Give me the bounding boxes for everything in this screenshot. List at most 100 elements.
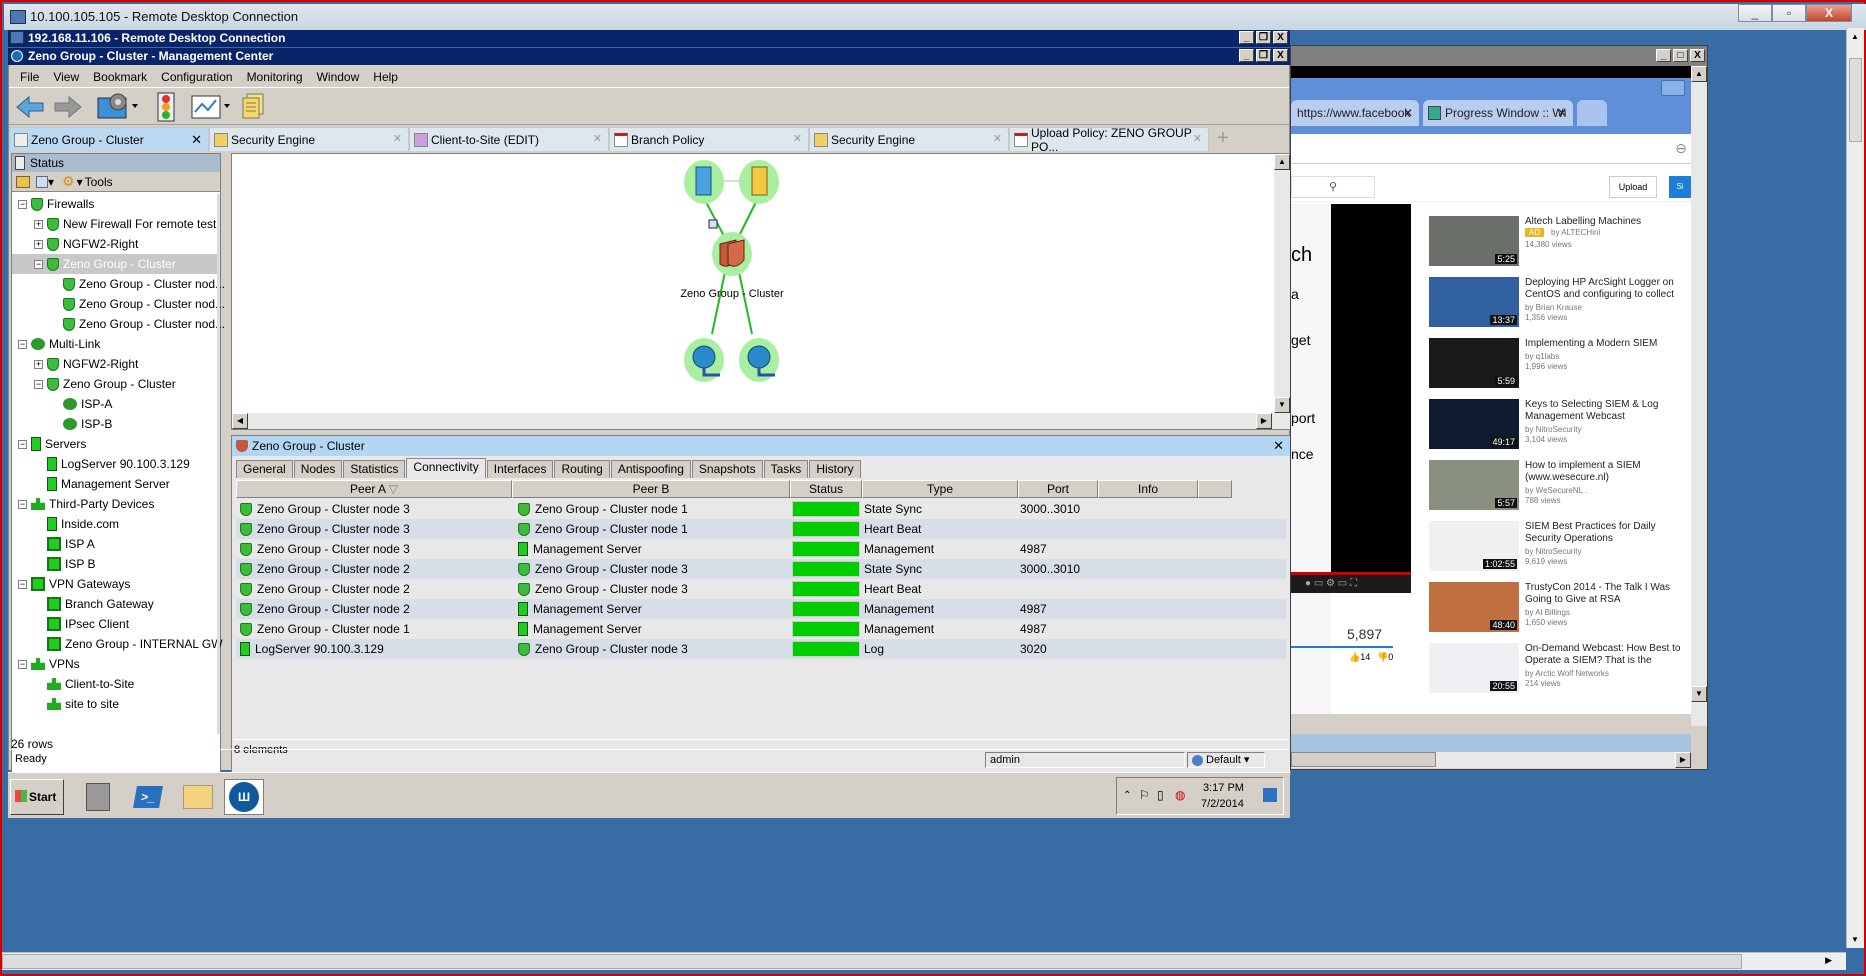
new-tab-button[interactable] bbox=[1577, 100, 1607, 126]
tree-item[interactable]: ISP-A bbox=[12, 394, 112, 414]
browser-horizontal-scrollbar[interactable]: ▶ bbox=[1291, 752, 1691, 768]
video-title[interactable]: Implementing a Modern SIEM bbox=[1525, 338, 1689, 350]
video-title[interactable]: Deploying HP ArcSight Logger on CentOS a… bbox=[1525, 277, 1689, 301]
menu-file[interactable]: File bbox=[13, 68, 46, 86]
video-thumbnail[interactable]: 1:02:55 bbox=[1429, 521, 1519, 571]
minimize-button[interactable]: _ bbox=[1656, 49, 1671, 62]
tree-item[interactable]: + New Firewall For remote test bbox=[12, 214, 216, 234]
tab-routing[interactable]: Routing bbox=[554, 460, 610, 478]
tree-item[interactable]: − Zeno Group - Cluster bbox=[12, 254, 217, 274]
video-title[interactable]: On-Demand Webcast: How Best to Operate a… bbox=[1525, 643, 1689, 667]
add-tab-button[interactable]: + bbox=[1217, 127, 1229, 151]
tab-tasks[interactable]: Tasks bbox=[763, 460, 809, 478]
log-server-node[interactable] bbox=[684, 160, 724, 204]
tree-item[interactable]: LogServer 90.100.3.129 bbox=[12, 454, 190, 474]
show-hidden-icons[interactable]: ⌃ bbox=[1123, 790, 1131, 801]
scroll-up-button[interactable]: ▲ bbox=[1691, 66, 1707, 82]
volume-muted-icon[interactable]: ◍ bbox=[1175, 788, 1185, 802]
close-button[interactable]: X bbox=[1273, 49, 1288, 62]
tab-client-to-site-edit[interactable]: Client-to-Site (EDIT) ✕ bbox=[409, 127, 609, 151]
management-server-node[interactable] bbox=[739, 160, 779, 204]
restore-button[interactable]: ❐ bbox=[1256, 31, 1271, 44]
video-player[interactable] bbox=[1331, 204, 1411, 574]
menu-monitoring[interactable]: Monitoring bbox=[240, 68, 310, 86]
scroll-down-button[interactable]: ▼ bbox=[1274, 397, 1290, 413]
table-row[interactable]: Zeno Group - Cluster node 3 Zeno Group - … bbox=[236, 499, 1286, 519]
video-thumbnail[interactable]: 5:57 bbox=[1429, 460, 1519, 510]
upload-button[interactable]: Upload bbox=[1609, 176, 1657, 198]
tab-zeno-group-cluster[interactable]: Zeno Group - Cluster ✕ bbox=[9, 127, 209, 151]
explorer-button[interactable] bbox=[178, 779, 218, 815]
diagram-vertical-scrollbar[interactable]: ▲ ▼ bbox=[1274, 154, 1290, 413]
related-video[interactable]: 5:59 Implementing a Modern SIEM by q1labs 1… bbox=[1429, 338, 1689, 398]
col-status[interactable]: Status bbox=[790, 480, 862, 498]
dislike-button[interactable]: 👎0 bbox=[1377, 652, 1393, 663]
expand-icon[interactable]: + bbox=[34, 239, 43, 249]
forward-button[interactable] bbox=[51, 92, 85, 122]
desktop-vertical-scrollbar[interactable]: ▲ ▼ bbox=[1846, 28, 1864, 948]
table-row[interactable]: Zeno Group - Cluster node 1 Management Se… bbox=[236, 619, 1286, 639]
close-button[interactable]: X bbox=[1806, 4, 1852, 22]
video-thumbnail[interactable]: 49:17 bbox=[1429, 399, 1519, 449]
tab-nodes[interactable]: Nodes bbox=[293, 460, 343, 478]
col-info[interactable]: Info bbox=[1098, 480, 1198, 498]
zoom-icon[interactable]: ⊖ bbox=[1675, 140, 1687, 157]
scroll-right-button[interactable]: ▶ bbox=[1825, 955, 1832, 966]
tab-general[interactable]: General bbox=[236, 460, 293, 478]
video-title[interactable]: TrustyCon 2014 - The Talk I Was Going to… bbox=[1525, 582, 1689, 606]
tree-item[interactable]: site to site bbox=[12, 694, 119, 714]
like-button[interactable]: 👍14 bbox=[1349, 652, 1370, 663]
table-row[interactable]: Zeno Group - Cluster node 3 Zeno Group - … bbox=[236, 519, 1286, 539]
related-video[interactable]: 1:02:55 SIEM Best Practices for Daily Sec… bbox=[1429, 521, 1689, 581]
browser-tab-facebook[interactable]: https://www.facebook ✕ bbox=[1291, 100, 1419, 126]
profile-selector[interactable]: Default ▾ bbox=[1187, 752, 1265, 768]
action-center-flag-icon[interactable]: ⚐ bbox=[1139, 788, 1150, 802]
scroll-thumb[interactable] bbox=[1849, 58, 1862, 142]
related-video[interactable]: 5:25 Altech Labelling Machines AD by ALTECH… bbox=[1429, 216, 1689, 276]
menu-configuration[interactable]: Configuration bbox=[154, 68, 239, 86]
tab-history[interactable]: History bbox=[809, 460, 861, 478]
tree-item[interactable]: ISP A bbox=[12, 534, 95, 554]
tree-item[interactable]: Inside.com bbox=[12, 514, 119, 534]
new-element-button[interactable]: ▾ bbox=[36, 175, 56, 189]
browser-vertical-scrollbar[interactable]: ▲ ▼ bbox=[1691, 66, 1707, 726]
tree-item[interactable]: IPsec Client bbox=[12, 614, 129, 634]
collapse-icon[interactable]: − bbox=[18, 339, 27, 349]
restore-button[interactable]: ▫ bbox=[1772, 4, 1806, 22]
powershell-button[interactable]: >_ bbox=[128, 779, 168, 815]
menu-help[interactable]: Help bbox=[366, 68, 405, 86]
video-thumbnail[interactable]: 5:25 bbox=[1429, 216, 1519, 266]
tree-item[interactable]: − Multi-Link bbox=[12, 334, 100, 354]
internet-node-isp-b[interactable] bbox=[739, 338, 779, 382]
video-title[interactable]: SIEM Best Practices for Daily Security O… bbox=[1525, 521, 1689, 545]
table-row[interactable]: Zeno Group - Cluster node 2 Zeno Group - … bbox=[236, 579, 1286, 599]
tree-item[interactable]: Branch Gateway bbox=[12, 594, 154, 614]
tab-statistics[interactable]: Statistics bbox=[343, 460, 406, 478]
video-title[interactable]: How to implement a SIEM (www.wesecure.nl… bbox=[1525, 460, 1689, 484]
monitoring-button[interactable] bbox=[189, 92, 235, 122]
tab-security-engine[interactable]: Security Engine ✕ bbox=[209, 127, 409, 151]
close-tab-icon[interactable]: ✕ bbox=[793, 132, 802, 145]
video-title[interactable]: Altech Labelling Machines bbox=[1525, 216, 1689, 228]
tree-item[interactable]: ISP B bbox=[12, 554, 95, 574]
menu-bookmark[interactable]: Bookmark bbox=[86, 68, 154, 86]
expand-node-icon[interactable] bbox=[708, 219, 718, 229]
expand-icon[interactable]: + bbox=[34, 359, 43, 369]
tab-interfaces[interactable]: Interfaces bbox=[486, 460, 554, 478]
collapse-icon[interactable]: − bbox=[18, 199, 27, 209]
collapse-icon[interactable]: − bbox=[34, 379, 43, 389]
tree-item[interactable]: Zeno Group - INTERNAL GW bbox=[12, 634, 223, 654]
close-button[interactable]: X bbox=[1690, 49, 1705, 62]
restore-button[interactable]: ❐ bbox=[1256, 49, 1271, 62]
tree-scrollbar[interactable] bbox=[217, 194, 220, 734]
scroll-up-button[interactable]: ▲ bbox=[1274, 154, 1290, 170]
related-video[interactable]: 20:55 On-Demand Webcast: How Best to Oper… bbox=[1429, 643, 1689, 703]
scroll-thumb[interactable] bbox=[2, 954, 1742, 969]
tree-item[interactable]: − Servers bbox=[12, 434, 86, 454]
col-extra[interactable] bbox=[1198, 480, 1232, 498]
scroll-down-button[interactable]: ▼ bbox=[1851, 935, 1859, 944]
up-folder-icon[interactable] bbox=[16, 175, 30, 188]
tree-item[interactable]: − Zeno Group - Cluster bbox=[12, 374, 176, 394]
close-tab-icon[interactable]: ✕ bbox=[993, 132, 1002, 145]
close-tab-icon[interactable]: ✕ bbox=[1193, 132, 1202, 145]
